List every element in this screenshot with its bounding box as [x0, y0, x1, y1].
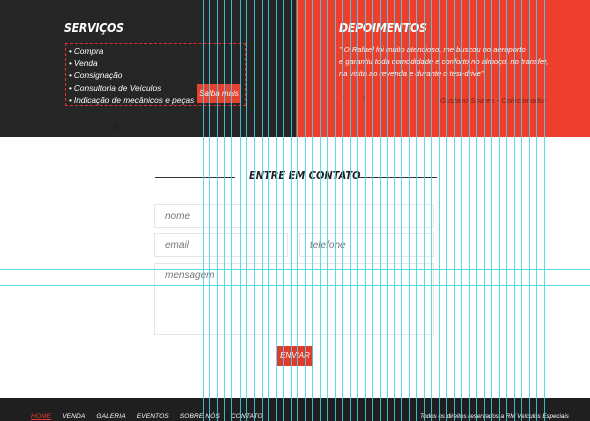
submit-button[interactable]: ENVIAR — [277, 346, 313, 366]
service-label: Consignação — [73, 70, 123, 81]
copyright-text: Todos os direitos reservados a RM Veícul… — [420, 413, 569, 420]
mouse-cursor-icon — [110, 119, 122, 132]
top-section: SERVIÇOS • Compra • Venda • Consignação • Co… — [0, 0, 590, 137]
divider-left — [155, 177, 235, 178]
bullet-icon: • — [69, 70, 72, 81]
list-item: • Compra — [69, 45, 194, 57]
service-label: Indicação de mecânicos e peças — [73, 94, 195, 105]
footer-nav-home[interactable]: HOME — [31, 413, 51, 420]
message-field[interactable] — [154, 263, 434, 335]
email-field[interactable] — [154, 233, 288, 257]
quote-line: na visita ao revenda e durante o test-dr… — [339, 69, 484, 78]
bullet-icon: • — [69, 46, 72, 56]
footer-nav: HOME VENDA GALERIA EVENTOS SOBRE NÓS CON… — [31, 413, 263, 420]
testimonial-quote: " O Rafael foi muito atencioso, me busco… — [339, 44, 579, 80]
quote-line: e garantiu toda comodidade e conforto no… — [339, 57, 549, 66]
list-item: • Venda — [69, 57, 194, 69]
services-title: SERVIÇOS — [64, 20, 124, 35]
quote-line: " O Rafael foi muito atencioso, me busco… — [339, 45, 526, 54]
footer-nav-galeria[interactable]: GALERIA — [96, 413, 125, 420]
chevron-right-icon[interactable]: › — [362, 93, 365, 104]
divider-right — [357, 177, 437, 178]
service-label: Compra — [73, 46, 104, 56]
testimonial-author: Gustavo Soares - Colecionador — [440, 96, 546, 105]
list-item: • Indicação de mecânicos e peças — [69, 94, 194, 106]
services-panel: SERVIÇOS • Compra • Venda • Consignação • Co… — [0, 0, 296, 137]
services-list: • Compra • Venda • Consignação • Consultoria… — [69, 45, 194, 106]
list-item: • Consignação — [69, 69, 194, 81]
bullet-icon: • — [69, 58, 72, 69]
footer-nav-sobre-nos[interactable]: SOBRE NÓS — [180, 413, 220, 420]
contact-heading: ENTRE EM CONTATO — [0, 168, 590, 188]
saiba-mais-button[interactable]: Saiba mais — [197, 84, 241, 103]
name-field[interactable] — [154, 204, 434, 228]
chevron-left-icon[interactable]: ‹ — [341, 93, 344, 104]
testimonials-title: DEPOIMENTOS — [339, 20, 427, 35]
contact-title: ENTRE EM CONTATO — [249, 169, 361, 182]
footer-nav-contato[interactable]: CONTATO — [231, 413, 263, 420]
list-item: • Consultoria de Veículos — [69, 82, 194, 94]
service-label: Venda — [73, 58, 98, 69]
footer: HOME VENDA GALERIA EVENTOS SOBRE NÓS CON… — [0, 398, 590, 421]
service-label: Consultoria de Veículos — [73, 82, 162, 93]
bullet-icon: • — [69, 94, 72, 105]
phone-field[interactable] — [299, 233, 434, 257]
footer-nav-venda[interactable]: VENDA — [62, 413, 85, 420]
bullet-icon: • — [69, 82, 72, 93]
footer-nav-eventos[interactable]: EVENTOS — [137, 413, 169, 420]
